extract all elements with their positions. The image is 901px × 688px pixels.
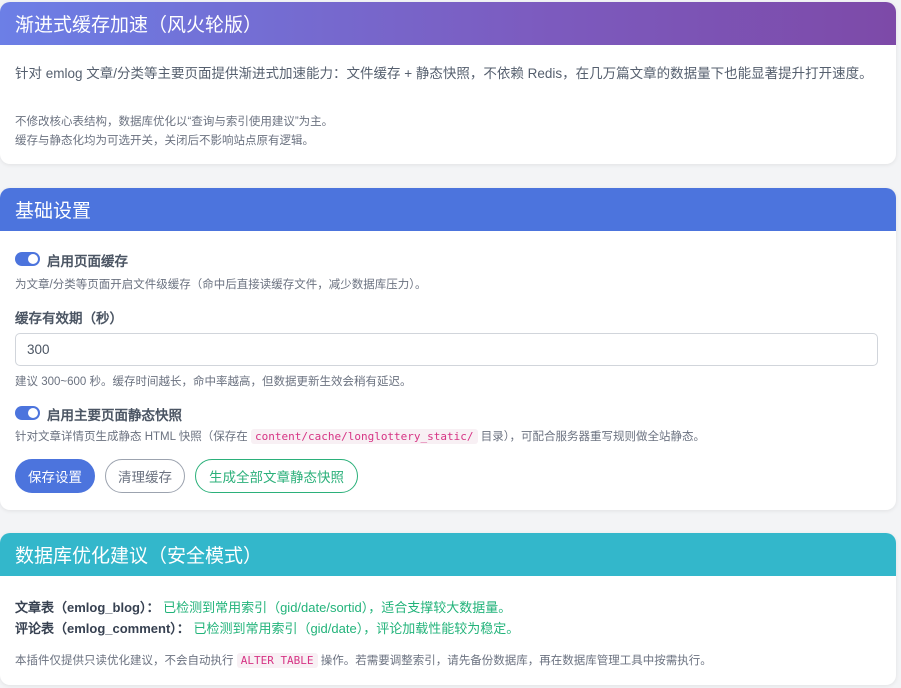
static-snapshot-help-pre: 针对文章详情页生成静态 HTML 快照（保存在	[15, 431, 248, 443]
static-path-code: content/cache/longlottery_static/	[250, 429, 478, 444]
cache-ttl-input[interactable]: 300	[15, 333, 878, 366]
db-row-comment: 评论表（emlog_comment）： 已检测到常用索引（gid/date），评…	[15, 618, 519, 637]
db-optimization-title: 数据库优化建议（安全模式）	[0, 533, 896, 576]
db-row-blog-status: 已检测到常用索引（gid/date/sortid），适合支撑较大数据量。	[163, 600, 512, 615]
save-settings-button[interactable]: 保存设置	[15, 459, 95, 493]
page-cache-label: 启用页面缓存	[47, 254, 128, 269]
db-row-blog-name: 文章表（emlog_blog）：	[15, 600, 160, 615]
intro-note-2: 缓存与静态化均为可选开关，关闭后不影响站点原有逻辑。	[15, 135, 314, 147]
page-cache-toggle[interactable]	[15, 252, 40, 266]
db-footer-pre: 本插件仅提供只读优化建议，不会自动执行	[15, 655, 234, 667]
basic-settings-title: 基础设置	[0, 188, 896, 231]
alter-table-code: ALTER TABLE	[236, 653, 318, 668]
intro-note-1: 不修改核心表结构，数据库优化以“查询与索引使用建议”为主。	[15, 116, 334, 128]
db-row-blog: 文章表（emlog_blog）： 已检测到常用索引（gid/date/sorti…	[15, 597, 511, 616]
static-snapshot-help-post: 目录），可配合服务器重写规则做全站静态。	[480, 431, 705, 443]
db-footer-post: 操作。若需要调整索引，请先备份数据库，再在数据库管理工具中按需执行。	[320, 655, 712, 667]
clear-cache-button[interactable]: 清理缓存	[105, 459, 185, 493]
cache-ttl-help: 建议 300~600 秒。缓存时间越长，命中率越高，但数据更新生效会稍有延迟。	[15, 376, 412, 388]
cache-ttl-value: 300	[27, 342, 50, 357]
static-snapshot-toggle[interactable]	[15, 406, 40, 420]
intro-description: 针对 emlog 文章/分类等主要页面提供渐进式加速能力：文件缓存 + 静态快照…	[15, 66, 873, 81]
intro-card-title: 渐进式缓存加速（风火轮版）	[0, 2, 896, 45]
cache-ttl-label: 缓存有效期（秒）	[15, 311, 123, 326]
db-footer-note: 本插件仅提供只读优化建议，不会自动执行 ALTER TABLE 操作。若需要调整…	[15, 652, 712, 668]
static-snapshot-label: 启用主要页面静态快照	[47, 408, 182, 423]
page-cache-help: 为文章/分类等页面开启文件级缓存（命中后直接读缓存文件，减少数据库压力）。	[15, 279, 427, 291]
db-row-comment-name: 评论表（emlog_comment）：	[15, 621, 190, 636]
db-row-comment-status: 已检测到常用索引（gid/date），评论加载性能较为稳定。	[193, 621, 520, 636]
generate-snapshots-button[interactable]: 生成全部文章静态快照	[195, 459, 358, 493]
static-snapshot-help: 针对文章详情页生成静态 HTML 快照（保存在 content/cache/lo…	[15, 428, 705, 444]
